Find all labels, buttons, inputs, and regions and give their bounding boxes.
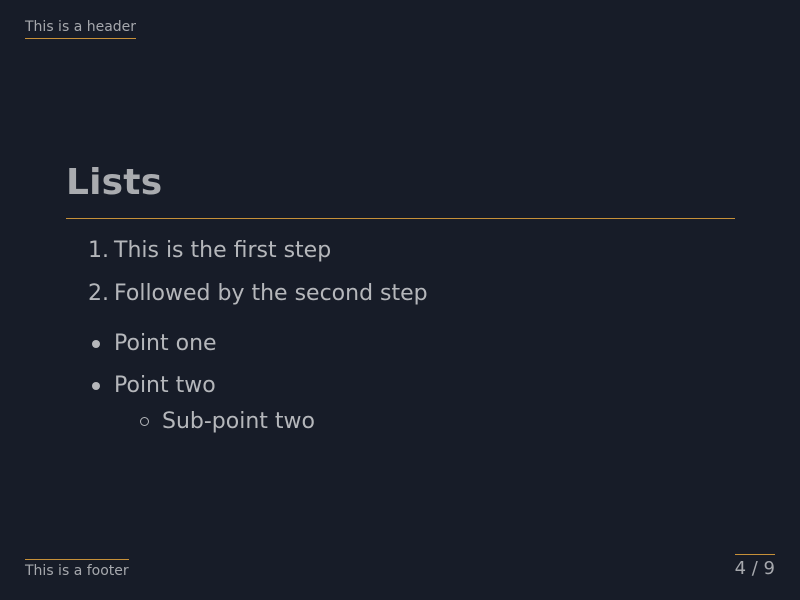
sub-list-text: Sub-point two	[162, 409, 315, 434]
ordered-list-number: 1.	[88, 238, 109, 263]
sub-list-item: Sub-point two	[140, 406, 315, 438]
slide-title: Lists	[66, 160, 735, 219]
ordered-list-text: Followed by the second step	[114, 281, 428, 306]
bullet-list-item: Point one	[92, 328, 217, 360]
hollow-circle-bullet-icon	[140, 417, 149, 426]
bullet-dot-icon	[92, 382, 100, 390]
ordered-list-text: This is the first step	[114, 238, 332, 263]
bullet-list-item: Point two	[92, 370, 216, 402]
slide-header: This is a header	[25, 18, 137, 39]
slide-footer: This is a footer	[25, 559, 129, 580]
ordered-list-item: 1. This is the first step	[88, 235, 331, 267]
page-number: 4 / 9	[734, 554, 775, 581]
bullet-list-text: Point one	[114, 331, 217, 356]
bullet-dot-icon	[92, 340, 100, 348]
ordered-list-item: 2. Followed by the second step	[88, 278, 428, 310]
ordered-list-number: 2.	[88, 281, 109, 306]
bullet-list-text: Point two	[114, 373, 216, 398]
